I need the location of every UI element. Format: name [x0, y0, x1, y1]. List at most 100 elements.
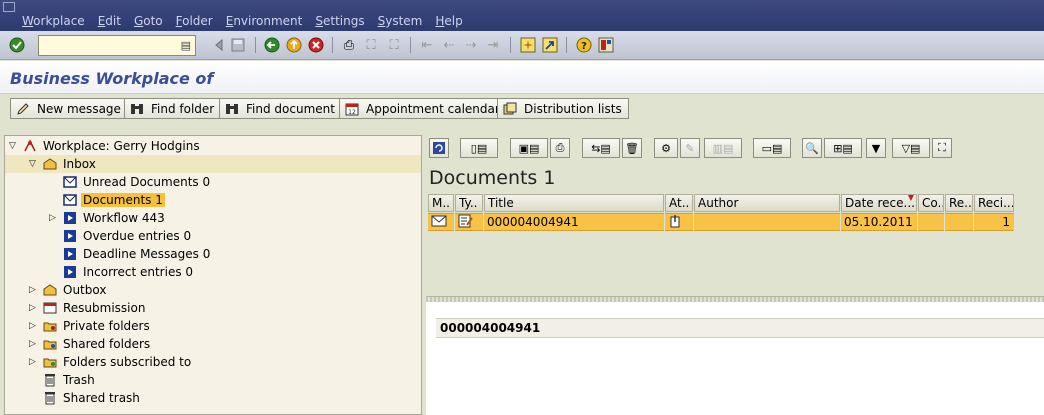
menu-edit[interactable]: Edit: [98, 14, 121, 28]
create-session-icon[interactable]: [519, 36, 537, 54]
menu-system[interactable]: System: [378, 14, 423, 28]
menu-goto[interactable]: Goto: [134, 14, 163, 28]
table-cell-recipients[interactable]: 1: [974, 213, 1014, 231]
tree-item-incorrect-entries[interactable]: Incorrect entries 0: [49, 263, 195, 281]
tree-item-outbox[interactable]: ▷ Outbox: [29, 281, 108, 299]
edit-disabled-icon[interactable]: ✎: [680, 138, 700, 158]
table-row[interactable]: [428, 213, 454, 231]
tree-item-folders-subscribed[interactable]: ▷ Folders subscribed to: [29, 353, 193, 371]
column-header-comments[interactable]: Co..: [918, 194, 944, 212]
find-document-button[interactable]: Find document: [219, 98, 342, 119]
tree-root[interactable]: ▽ Workplace: Gerry Hodgins: [9, 137, 202, 155]
table-row[interactable]: [455, 213, 483, 231]
print-document-icon[interactable]: ▣▤: [510, 138, 548, 158]
layout-icon[interactable]: ⊞▤: [824, 138, 862, 158]
tree-item-private-folders[interactable]: ▷ Private folders: [29, 317, 152, 335]
shared-folder-icon: [42, 337, 58, 351]
menu-workplace[interactable]: Workplace: [22, 14, 85, 28]
tree-item-shared-trash[interactable]: Shared trash: [29, 389, 142, 407]
layout-menu-icon[interactable]: [597, 36, 615, 54]
tree-item-label: Documents 1: [81, 193, 165, 207]
tree-item-label: Incorrect entries 0: [83, 265, 194, 279]
table-row[interactable]: [665, 213, 693, 231]
column-header-recipients[interactable]: Reci...: [974, 194, 1014, 212]
expand-icon[interactable]: ▷: [29, 339, 39, 349]
find-icon[interactable]: 🔍: [802, 138, 822, 158]
tree-inbox[interactable]: ▽ Inbox: [5, 155, 421, 173]
table-cell-author[interactable]: [694, 213, 840, 231]
menu-folder[interactable]: Folder: [176, 14, 213, 28]
menu-environment[interactable]: Environment: [226, 14, 303, 28]
help-icon[interactable]: ?: [575, 36, 593, 54]
collapse-icon[interactable]: ▽: [29, 159, 39, 169]
column-header-type[interactable]: Ty..: [455, 194, 483, 212]
expand-icon[interactable]: ▷: [29, 303, 39, 313]
expand-icon[interactable]: ▷: [29, 357, 39, 367]
system-menu-icon[interactable]: [3, 2, 15, 12]
find-folder-button[interactable]: Find folder: [124, 98, 222, 119]
collapse-icon[interactable]: ▽: [9, 141, 19, 151]
print-icon[interactable]: ⎙: [340, 36, 358, 54]
find-next-icon[interactable]: ⛶: [385, 36, 403, 54]
shortcut-icon[interactable]: [541, 36, 559, 54]
tree-item-workflow[interactable]: ▷ Workflow 443: [49, 209, 167, 227]
trash-icon: [42, 391, 58, 405]
filter-icon[interactable]: ▼: [866, 138, 886, 158]
execute-icon[interactable]: ⚙: [654, 138, 678, 158]
cancel-icon[interactable]: [307, 36, 325, 54]
workflow-icon: [62, 247, 78, 261]
tree-item-shared-folders[interactable]: ▷ Shared folders: [29, 335, 152, 353]
column-header-title[interactable]: Title: [484, 194, 664, 212]
tree-item-deadline-messages[interactable]: Deadline Messages 0: [49, 245, 212, 263]
column-header-author[interactable]: Author: [694, 194, 840, 212]
delete-icon[interactable]: 🗑: [622, 138, 642, 158]
attachment-disabled-icon[interactable]: ▥▤: [704, 138, 742, 158]
expand-icon[interactable]: ▷: [29, 321, 39, 331]
tree-item-label: Folders subscribed to: [63, 355, 192, 369]
command-field[interactable]: ▤: [38, 35, 196, 56]
distribution-lists-button[interactable]: Distribution lists: [497, 98, 629, 119]
tree-item-trash[interactable]: Trash: [29, 371, 97, 389]
column-header-date-received-label: Date rece...: [845, 196, 915, 210]
tree-item-label: Unread Documents 0: [83, 175, 211, 189]
new-message-button[interactable]: New message: [10, 98, 128, 119]
table-cell-title[interactable]: 000004004941: [484, 213, 664, 231]
dropdown-icon[interactable]: ▤: [181, 39, 191, 52]
refresh-icon[interactable]: [429, 138, 449, 158]
filter-settings-icon[interactable]: ▽▤: [892, 138, 930, 158]
tree-item-resubmission[interactable]: ▷ Resubmission: [29, 299, 147, 317]
table-cell-read[interactable]: [945, 213, 973, 231]
forward-icon[interactable]: ⇆▤: [582, 138, 620, 158]
table-cell-comments[interactable]: [918, 213, 944, 231]
binoculars-icon[interactable]: ⛶: [932, 138, 952, 158]
tree-item-unread-documents[interactable]: Unread Documents 0: [49, 173, 212, 191]
tree-item-overdue-entries[interactable]: Overdue entries 0: [49, 227, 193, 245]
last-page-icon[interactable]: ⇥: [484, 36, 502, 54]
column-header-read[interactable]: Re..: [945, 194, 973, 212]
menu-help[interactable]: Help: [435, 14, 462, 28]
column-header-attachment[interactable]: At..: [665, 194, 693, 212]
next-page-icon[interactable]: ⇢: [462, 36, 480, 54]
tree-item-label: Shared folders: [63, 337, 151, 351]
table-cell-date[interactable]: 05.10.2011: [841, 213, 917, 231]
expand-icon[interactable]: ▷: [29, 285, 39, 295]
appointment-calendar-button[interactable]: 12 Appointment calendar: [339, 98, 507, 119]
tree-item-documents[interactable]: Documents 1: [49, 191, 165, 209]
exit-icon[interactable]: [285, 36, 303, 54]
expand-icon[interactable]: ▷: [49, 213, 59, 223]
back-arrow-small-icon[interactable]: [210, 36, 228, 54]
find-icon[interactable]: ⛶: [362, 36, 380, 54]
document-toolbar: ▯▤ ▣▤ ⎙ ⇆▤ 🗑 ⚙ ✎ ▥▤ ▭▤ 🔍 ⊞▤ ▼ ▽▤ ⛶: [426, 135, 1044, 161]
first-page-icon[interactable]: ⇤: [418, 36, 436, 54]
column-header-message-type[interactable]: M..: [428, 194, 454, 212]
menu-settings[interactable]: Settings: [315, 14, 364, 28]
display-document-icon[interactable]: ▯▤: [460, 138, 498, 158]
previous-page-icon[interactable]: ⇠: [440, 36, 458, 54]
resubmission-icon: [42, 301, 58, 315]
printer-icon[interactable]: ⎙: [550, 138, 570, 158]
column-header-date-received[interactable]: Date rece... ▼: [841, 194, 917, 212]
back-icon[interactable]: [263, 36, 281, 54]
save-icon[interactable]: [229, 36, 247, 54]
print-preview-icon[interactable]: ▭▤: [753, 138, 791, 158]
enter-icon[interactable]: [8, 36, 26, 54]
